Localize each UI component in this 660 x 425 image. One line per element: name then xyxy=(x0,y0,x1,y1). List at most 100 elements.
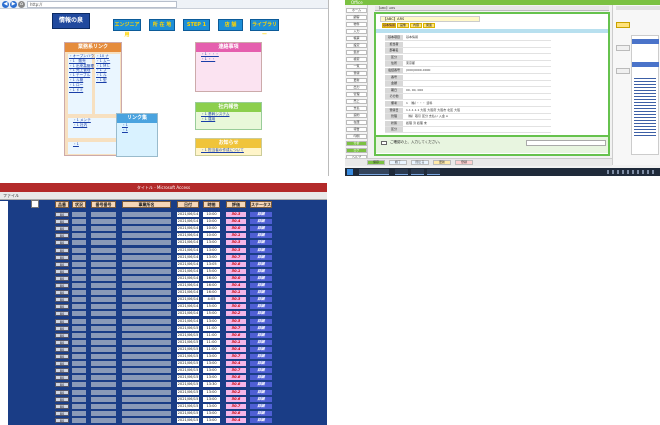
field-value[interactable]: 東京都 xyxy=(406,61,415,66)
nav-button-store[interactable]: 店 舗 xyxy=(218,19,243,31)
left-menu-button[interactable]: 支払 xyxy=(346,106,367,111)
id-cell[interactable]: 80 xyxy=(55,254,69,260)
status-button[interactable]: 詳細 xyxy=(250,311,272,317)
left-menu-button[interactable]: 出力 xyxy=(346,85,367,90)
tree-selected-item[interactable] xyxy=(632,62,659,67)
status-button[interactable]: 詳細 xyxy=(250,318,272,324)
link-item[interactable]: ・1 社内 xyxy=(73,123,120,128)
status-button[interactable]: 詳細 xyxy=(250,403,272,409)
status-button[interactable]: 詳細 xyxy=(250,275,272,281)
id-cell[interactable]: 80 xyxy=(55,268,69,274)
link-item[interactable]: ・1 ドミ xyxy=(69,88,92,93)
field-value[interactable]: 基本情報 xyxy=(406,35,418,40)
nav-button-engineer[interactable]: エンジニア用 xyxy=(113,19,141,38)
id-cell[interactable]: 80 xyxy=(55,332,69,338)
id-cell[interactable]: 80 xyxy=(55,275,69,281)
forward-icon[interactable]: ▶ xyxy=(10,1,17,8)
status-button[interactable]: 詳細 xyxy=(250,219,272,225)
checkbox[interactable] xyxy=(381,141,387,145)
column-header[interactable]: 評価 xyxy=(226,201,246,208)
status-button[interactable]: 詳細 xyxy=(250,297,272,303)
tree-items[interactable] xyxy=(634,76,656,136)
left-menu-button[interactable]: ログ xyxy=(346,148,367,153)
id-cell[interactable]: 80 xyxy=(55,346,69,352)
tab-related[interactable]: 関連 xyxy=(423,23,435,28)
status-button[interactable]: 詳細 xyxy=(250,212,272,217)
left-menu-button[interactable]: 契約 xyxy=(346,113,367,118)
tree-view[interactable] xyxy=(631,35,659,155)
id-cell[interactable]: 80 xyxy=(55,354,69,359)
column-header[interactable]: 品番 xyxy=(55,201,69,208)
id-cell[interactable]: 80 xyxy=(55,339,69,345)
id-cell[interactable]: 80 xyxy=(55,375,69,381)
id-cell[interactable]: 80 xyxy=(55,240,69,246)
column-header[interactable]: 事業所名 xyxy=(122,201,171,208)
column-header[interactable]: 時間 xyxy=(203,201,220,208)
bottom-button[interactable]: 終了 xyxy=(389,160,407,165)
column-header[interactable]: ステータス xyxy=(250,201,272,208)
taskbar-app[interactable] xyxy=(359,169,389,175)
field-value[interactable]: 00, 00, 000 xyxy=(406,88,423,93)
status-button[interactable]: 詳細 xyxy=(250,361,272,367)
status-button[interactable]: 詳細 xyxy=(250,233,272,239)
id-cell[interactable]: 80 xyxy=(55,318,69,324)
id-cell[interactable]: 80 xyxy=(55,403,69,409)
id-cell[interactable]: 80 xyxy=(55,304,69,310)
status-button[interactable]: 詳細 xyxy=(250,368,272,374)
tree-selected-item[interactable] xyxy=(632,39,659,44)
column-header[interactable]: 日付 xyxy=(177,201,199,208)
status-button[interactable]: 詳細 xyxy=(250,346,272,352)
status-button[interactable]: 詳細 xyxy=(250,247,272,253)
status-button[interactable]: 詳細 xyxy=(250,226,272,232)
status-button[interactable]: 詳細 xyxy=(250,339,272,345)
link-item[interactable]: ・1 ・・ xyxy=(201,57,261,62)
left-menu-button[interactable]: 在庫 xyxy=(346,120,367,125)
left-menu-button[interactable]: 印刷 xyxy=(346,134,367,139)
tab-basic[interactable]: 基本情報 xyxy=(382,23,396,28)
start-icon[interactable] xyxy=(347,169,353,175)
id-cell[interactable]: 80 xyxy=(55,382,69,388)
id-cell[interactable]: 80 xyxy=(55,368,69,374)
status-button[interactable]: 詳細 xyxy=(250,290,272,296)
nav-button-step[interactable]: STEP 1 xyxy=(183,19,210,31)
address-bar[interactable]: http:// xyxy=(27,1,177,8)
column-header[interactable]: 番号番号 xyxy=(91,201,116,208)
link-item[interactable]: ・1 型 xyxy=(96,78,120,83)
id-cell[interactable]: 80 xyxy=(55,219,69,225)
taskbar-app[interactable] xyxy=(427,169,440,175)
field-value[interactable]: (000)0000-0000 xyxy=(406,68,430,73)
left-menu-button[interactable]: 登録 xyxy=(346,71,367,76)
left-menu-button[interactable]: ホーム xyxy=(346,8,367,13)
status-button[interactable]: 詳細 xyxy=(250,261,272,267)
form-icon[interactable] xyxy=(31,200,39,208)
status-button[interactable]: 詳細 xyxy=(250,254,272,260)
id-cell[interactable]: 80 xyxy=(55,290,69,296)
status-button[interactable]: 詳細 xyxy=(250,375,272,381)
id-cell[interactable]: 80 xyxy=(55,389,69,395)
link-item[interactable]: ・1 担当者の作成について xyxy=(201,148,261,153)
id-cell[interactable]: 80 xyxy=(55,283,69,288)
bottom-button[interactable]: 閉じる xyxy=(411,160,429,165)
status-button[interactable]: 詳細 xyxy=(250,332,272,338)
back-icon[interactable]: ◀ xyxy=(2,1,9,8)
tab-content[interactable]: 内容 xyxy=(410,23,422,28)
right-button[interactable] xyxy=(616,45,630,51)
status-button[interactable]: 詳細 xyxy=(250,382,272,388)
id-cell[interactable]: 80 xyxy=(55,396,69,402)
status-button[interactable]: 詳細 xyxy=(250,354,272,359)
id-cell[interactable]: 80 xyxy=(55,417,69,423)
menu-file[interactable]: ファイル xyxy=(3,193,19,198)
column-header[interactable]: 状況 xyxy=(72,201,86,208)
left-menu-button[interactable]: 顧客 xyxy=(346,15,367,20)
nav-button-location[interactable]: 所 在 地 xyxy=(149,19,175,31)
field-value[interactable]: 処理 済 処理 未 xyxy=(406,121,427,126)
status-button[interactable]: 詳細 xyxy=(250,283,272,288)
status-button[interactable]: 詳細 xyxy=(250,240,272,246)
left-menu-button[interactable]: 帳票 xyxy=(346,36,367,41)
id-cell[interactable]: 80 xyxy=(55,226,69,232)
id-cell[interactable]: 80 xyxy=(55,233,69,239)
bottom-button[interactable]: 保存 xyxy=(367,160,385,165)
window-tab-label[interactable]: 【ABC】ARS xyxy=(377,6,395,11)
bottom-button[interactable]: 登録 xyxy=(455,160,473,165)
field-value[interactable]: 1.1.1.1.1 大阪 大阪府 大阪市 北区 大阪 xyxy=(406,108,460,113)
